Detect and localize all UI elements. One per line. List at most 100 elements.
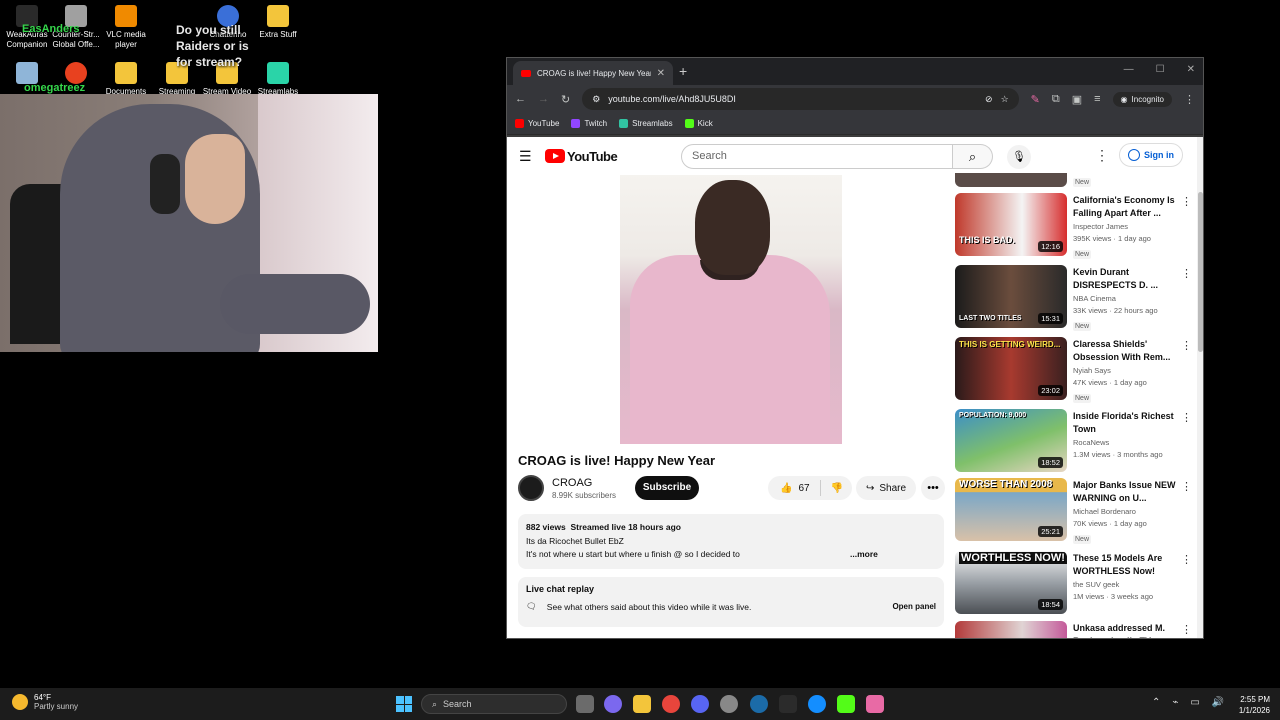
- recommendation-item[interactable]: Unkasa addressed M. Rock and gully TV ⋮: [955, 621, 1195, 638]
- more-vertical-icon[interactable]: ⋮: [1181, 553, 1192, 566]
- show-more-link[interactable]: ...more: [850, 549, 878, 559]
- bookmark-youtube[interactable]: YouTube: [515, 119, 559, 128]
- recommendation-title[interactable]: These 15 Models Are WORTHLESS Now!: [1073, 552, 1183, 578]
- maximize-icon[interactable]: ☐: [1156, 64, 1165, 75]
- recommendation-thumbnail[interactable]: [955, 621, 1067, 638]
- hamburger-menu-icon[interactable]: ☰: [519, 148, 533, 165]
- youtube-logo[interactable]: YouTube: [545, 149, 618, 164]
- recommendation-item[interactable]: THIS IS GETTING WEIRD... 23:02 Claressa …: [955, 337, 1195, 403]
- display-icon[interactable]: ▭: [1190, 697, 1199, 708]
- recommendation-title[interactable]: Inside Florida's Richest Town: [1073, 410, 1183, 436]
- recommendation-thumbnail[interactable]: THIS IS BAD. 12:16: [955, 193, 1067, 256]
- page-scrollbar[interactable]: [1197, 137, 1203, 638]
- voice-search-button[interactable]: 🎙: [1007, 145, 1031, 169]
- more-vertical-icon[interactable]: ⋮: [1181, 339, 1192, 352]
- recommendation-title[interactable]: California's Economy Is Falling Apart Af…: [1073, 194, 1183, 220]
- task-view-icon[interactable]: [576, 695, 594, 713]
- recommendation-channel[interactable]: Nyiah Says: [1073, 366, 1183, 375]
- epic-games-icon[interactable]: [779, 695, 797, 713]
- more-actions-button[interactable]: •••: [921, 476, 945, 500]
- copilot-icon[interactable]: [604, 695, 622, 713]
- network-icon[interactable]: ⌁: [1172, 697, 1178, 708]
- recommendation-title[interactable]: Claressa Shields' Obsession With Rem...: [1073, 338, 1183, 364]
- recommendation-item[interactable]: THIS IS BAD. 12:16 California's Economy …: [955, 193, 1195, 259]
- media-control-icon[interactable]: ≡: [1094, 93, 1100, 105]
- browser-menu-icon[interactable]: ⋮: [1184, 93, 1195, 106]
- sign-in-button[interactable]: Sign in: [1119, 143, 1183, 167]
- recommendation-thumbnail[interactable]: LAST TWO TITLES 15:31: [955, 265, 1067, 328]
- bookmark-streamlabs[interactable]: Streamlabs: [619, 119, 673, 128]
- discord-icon[interactable]: [691, 695, 709, 713]
- forward-icon[interactable]: →: [538, 93, 549, 105]
- extra-app-icon[interactable]: [866, 695, 884, 713]
- desktop-icon-extra-stuff[interactable]: Extra Stuff: [251, 5, 305, 40]
- more-vertical-icon[interactable]: ⋮: [1181, 623, 1192, 636]
- recommendation-item[interactable]: POPULATION: 9,000 18:52 Inside Florida's…: [955, 409, 1195, 473]
- more-vertical-icon[interactable]: ⋮: [1181, 411, 1192, 424]
- start-button[interactable]: [396, 696, 412, 712]
- more-vertical-icon[interactable]: ⋮: [1181, 267, 1192, 280]
- recommendation-item[interactable]: WORTHLESS NOW! 18:54 These 15 Models Are…: [955, 551, 1195, 615]
- search-input[interactable]: Search: [681, 144, 953, 169]
- site-info-icon[interactable]: ⚙: [592, 94, 600, 105]
- subscribe-button[interactable]: Subscribe: [635, 476, 699, 500]
- new-tab-icon[interactable]: +: [679, 63, 687, 79]
- more-vertical-icon[interactable]: ⋮: [1181, 480, 1192, 493]
- minimize-icon[interactable]: —: [1124, 64, 1134, 75]
- recommendation-title[interactable]: Unkasa addressed M. Rock and gully TV: [1073, 622, 1183, 638]
- clock[interactable]: 2:55 PM 1/1/2026: [1239, 694, 1270, 716]
- like-button[interactable]: 👍 67: [768, 480, 821, 496]
- extensions-puzzle-icon[interactable]: ⧉: [1052, 93, 1060, 106]
- desktop-icon-streamlabs[interactable]: Streamlabs: [251, 62, 305, 97]
- close-window-icon[interactable]: ✕: [1187, 64, 1195, 75]
- desktop-icon-vlc[interactable]: VLC media player: [99, 5, 153, 50]
- kick-icon[interactable]: [837, 695, 855, 713]
- chevron-up-icon[interactable]: ⌃: [1152, 697, 1160, 708]
- tab-youtube[interactable]: CROAG is live! Happy New Year ✕: [513, 61, 673, 85]
- recommendation-channel[interactable]: the SUV geek: [1073, 580, 1183, 589]
- xbox-icon[interactable]: [720, 695, 738, 713]
- bookmark-twitch[interactable]: Twitch: [571, 119, 607, 128]
- open-panel-button[interactable]: Open panel: [892, 602, 936, 611]
- recommendation-channel[interactable]: Michael Bordenaro: [1073, 507, 1183, 516]
- eye-off-icon[interactable]: ⊘: [985, 94, 993, 105]
- bookmark-kick[interactable]: Kick: [684, 119, 713, 128]
- battle-net-icon[interactable]: [808, 695, 826, 713]
- recommendation-channel[interactable]: Inspector James: [1073, 222, 1183, 231]
- more-vertical-icon[interactable]: ⋮: [1181, 195, 1192, 208]
- recommendation-channel[interactable]: RocaNews: [1073, 438, 1183, 447]
- share-button[interactable]: ↪ Share: [856, 476, 916, 500]
- previous-recommendation-thumb[interactable]: [955, 173, 1067, 187]
- taskbar-search[interactable]: ⌕ Search: [421, 694, 567, 714]
- weather-widget[interactable]: 64°F Partly sunny: [12, 693, 78, 711]
- channel-avatar[interactable]: [518, 475, 544, 501]
- search-button[interactable]: ⌕: [953, 144, 993, 169]
- recommendation-title[interactable]: Major Banks Issue NEW WARNING on U...: [1073, 479, 1183, 505]
- address-bar[interactable]: ⚙ youtube.com/live/Ahd8JU5U8DI ⊘ ☆: [582, 88, 1019, 110]
- video-player[interactable]: [620, 175, 842, 444]
- desktop-icon-documents[interactable]: Documents: [99, 62, 153, 97]
- chrome-icon[interactable]: [662, 695, 680, 713]
- recommendation-thumbnail[interactable]: POPULATION: 9,000 18:52: [955, 409, 1067, 472]
- extension-icon[interactable]: ✎: [1031, 93, 1040, 106]
- close-tab-icon[interactable]: ✕: [657, 68, 665, 79]
- description-box[interactable]: 882 views Streamed live 18 hours ago Its…: [518, 514, 944, 569]
- recommendation-item[interactable]: LAST TWO TITLES 15:31 Kevin Durant DISRE…: [955, 265, 1195, 331]
- back-icon[interactable]: ←: [515, 93, 526, 105]
- recommendation-thumbnail[interactable]: WORTHLESS NOW! 18:54: [955, 551, 1067, 614]
- recommendation-title[interactable]: Kevin Durant DISRESPECTS D. ...: [1073, 266, 1183, 292]
- incognito-indicator[interactable]: ◉ Incognito: [1112, 91, 1172, 107]
- dislike-button[interactable]: 👎: [821, 483, 853, 494]
- bookmark-star-icon[interactable]: ☆: [1001, 94, 1009, 105]
- settings-menu-icon[interactable]: ⋮: [1095, 147, 1109, 164]
- split-view-icon[interactable]: ▣: [1072, 93, 1082, 106]
- file-explorer-icon[interactable]: [633, 695, 651, 713]
- recommendation-item[interactable]: WORSE THAN 2008 25:21 Major Banks Issue …: [955, 478, 1195, 544]
- recommendation-thumbnail[interactable]: WORSE THAN 2008 25:21: [955, 478, 1067, 541]
- volume-icon[interactable]: 🔊: [1212, 697, 1224, 708]
- scrollbar-thumb[interactable]: [1198, 192, 1203, 352]
- channel-name[interactable]: CROAG: [552, 477, 592, 489]
- reload-icon[interactable]: ↻: [561, 93, 570, 106]
- steam-icon[interactable]: [750, 695, 768, 713]
- recommendation-channel[interactable]: NBA Cinema: [1073, 294, 1183, 303]
